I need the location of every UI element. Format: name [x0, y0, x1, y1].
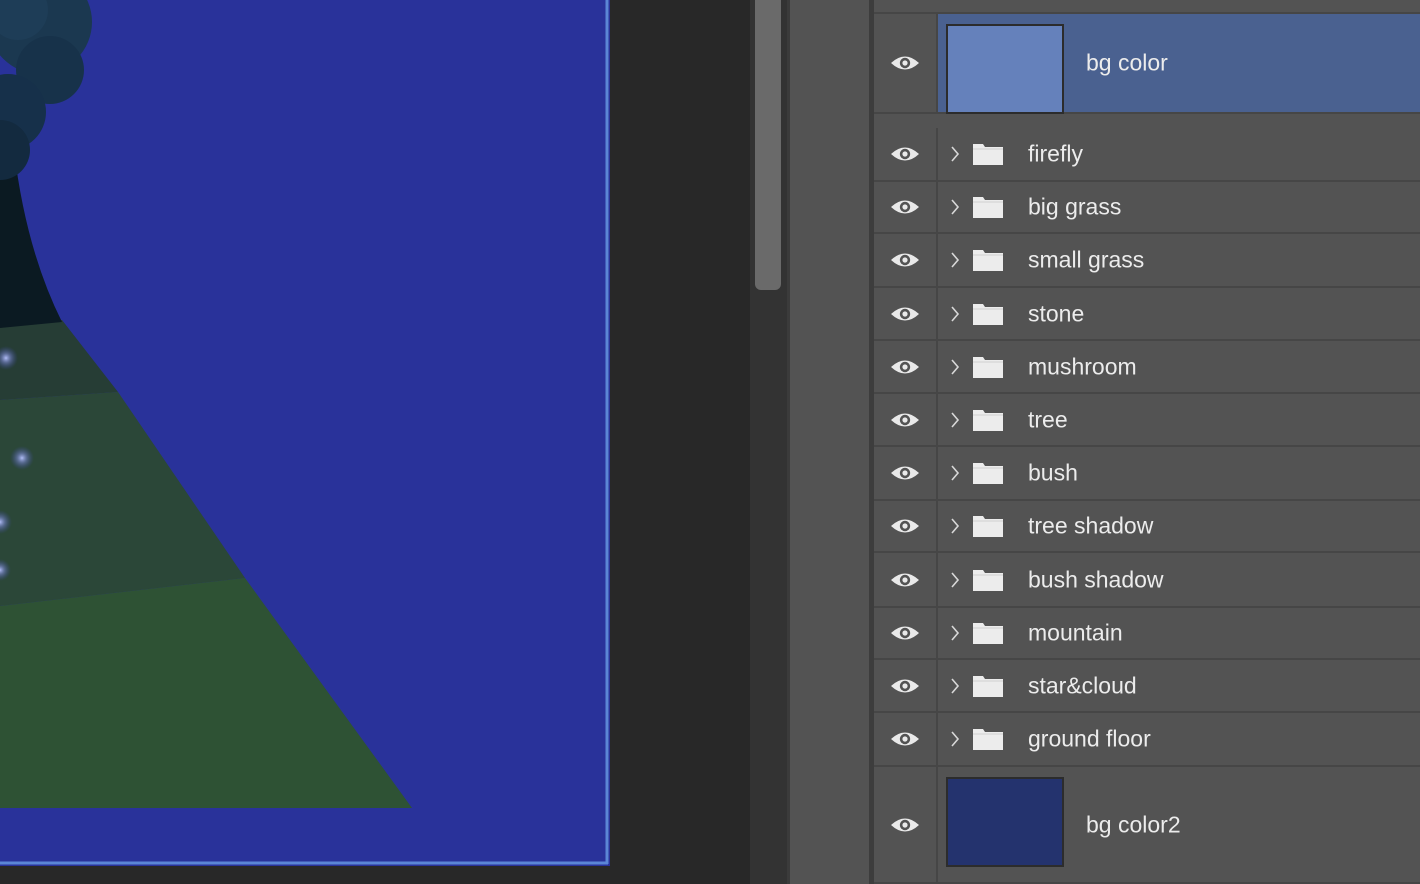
eye-icon[interactable] [874, 341, 938, 392]
layer-content[interactable]: bg color2 [938, 767, 1420, 882]
layer-content[interactable]: small grass [938, 234, 1420, 286]
layer-thumbnail[interactable] [946, 24, 1064, 114]
layer-content[interactable]: star&cloud [938, 660, 1420, 711]
panel-dock-strip [790, 0, 870, 884]
eye-icon[interactable] [874, 182, 938, 232]
layer-row-tree[interactable]: tree [874, 394, 1420, 447]
eye-icon[interactable] [874, 288, 938, 339]
layer-row-star-cloud[interactable]: star&cloud [874, 660, 1420, 713]
layer-content[interactable]: bg color [938, 14, 1420, 114]
eye-icon[interactable] [874, 128, 938, 180]
layer-row-mountain[interactable]: mountain [874, 608, 1420, 660]
eye-icon[interactable] [874, 553, 938, 606]
canvas-vertical-scrollbar[interactable] [750, 0, 788, 884]
chevron-right-icon[interactable] [950, 677, 960, 694]
chevron-right-icon[interactable] [950, 146, 960, 162]
artwork-illustration [0, 0, 610, 866]
layer-name[interactable]: bg color2 [1086, 811, 1181, 838]
folder-icon [972, 408, 1004, 432]
eye-icon[interactable] [874, 394, 938, 445]
chevron-right-icon[interactable] [950, 252, 960, 268]
chevron-right-icon[interactable] [950, 305, 960, 322]
eye-icon[interactable] [874, 660, 938, 711]
layer-name[interactable]: star&cloud [1028, 672, 1137, 699]
layer-row-firefly[interactable]: firefly [874, 128, 1420, 182]
folder-icon [972, 248, 1004, 272]
chevron-right-icon[interactable] [950, 731, 960, 747]
layer-thumbnail[interactable] [946, 777, 1064, 867]
document-canvas[interactable] [0, 0, 750, 884]
layer-row-mushroom[interactable]: mushroom [874, 341, 1420, 394]
layer-name[interactable]: stone [1028, 300, 1084, 327]
eye-icon[interactable] [874, 608, 938, 658]
artboard[interactable] [0, 0, 610, 866]
layer-name[interactable]: small grass [1028, 247, 1144, 274]
layer-content[interactable]: mushroom [938, 341, 1420, 392]
layer-content[interactable]: firefly [938, 128, 1420, 180]
layer-content[interactable]: tree [938, 394, 1420, 445]
layer-name[interactable]: bg color [1086, 50, 1168, 77]
layer-content[interactable]: big grass [938, 182, 1420, 232]
layer-row-tree-shadow[interactable]: tree shadow [874, 501, 1420, 553]
layer-row-stone[interactable]: stone [874, 288, 1420, 341]
layer-row-bush-shadow[interactable]: bush shadow [874, 553, 1420, 608]
eye-icon[interactable] [874, 713, 938, 765]
scrollbar-thumb[interactable] [755, 0, 781, 290]
eye-icon[interactable] [874, 447, 938, 499]
folder-icon [972, 195, 1004, 219]
layer-name[interactable]: big grass [1028, 194, 1121, 221]
eye-icon[interactable] [874, 501, 938, 551]
folder-icon [972, 302, 1004, 326]
folder-icon [972, 142, 1004, 166]
chevron-right-icon[interactable] [950, 411, 960, 428]
folder-icon [972, 674, 1004, 698]
layer-content[interactable]: ground floor [938, 713, 1420, 765]
layer-name[interactable]: mushroom [1028, 353, 1137, 380]
folder-icon [972, 355, 1004, 379]
layer-row-big-grass[interactable]: big grass [874, 182, 1420, 234]
layer-content[interactable]: tree shadow [938, 501, 1420, 551]
chevron-right-icon[interactable] [950, 199, 960, 215]
eye-icon[interactable] [874, 14, 938, 112]
layer-content[interactable]: mountain [938, 608, 1420, 658]
layer-row-ground-floor[interactable]: ground floor [874, 713, 1420, 767]
layer-content[interactable]: bush shadow [938, 553, 1420, 606]
folder-icon [972, 621, 1004, 645]
layer-content[interactable]: stone [938, 288, 1420, 339]
chevron-right-icon[interactable] [950, 358, 960, 375]
folder-icon [972, 461, 1004, 485]
layer-row-bg-color2[interactable]: bg color2 [874, 767, 1420, 884]
layer-name[interactable]: firefly [1028, 141, 1083, 168]
folder-icon [972, 568, 1004, 592]
folder-icon [972, 514, 1004, 538]
layer-row-bush[interactable]: bush [874, 447, 1420, 501]
layers-panel-top-edge [874, 0, 1420, 14]
eye-icon[interactable] [874, 767, 938, 882]
layers-panel: bg color firefly big grass small grass stone… [874, 0, 1420, 884]
layer-content[interactable]: bush [938, 447, 1420, 499]
layer-name[interactable]: tree shadow [1028, 513, 1153, 540]
layer-name[interactable]: mountain [1028, 620, 1123, 647]
layer-name[interactable]: bush [1028, 460, 1078, 487]
folder-icon [972, 727, 1004, 751]
chevron-right-icon[interactable] [950, 465, 960, 481]
eye-icon[interactable] [874, 234, 938, 286]
layer-name[interactable]: tree [1028, 406, 1068, 433]
layer-row-small-grass[interactable]: small grass [874, 234, 1420, 288]
chevron-right-icon[interactable] [950, 571, 960, 588]
layer-name[interactable]: ground floor [1028, 726, 1151, 753]
layer-name[interactable]: bush shadow [1028, 566, 1164, 593]
chevron-right-icon[interactable] [950, 518, 960, 534]
layer-row-bg-color[interactable]: bg color [874, 14, 1420, 114]
chevron-right-icon[interactable] [950, 625, 960, 641]
